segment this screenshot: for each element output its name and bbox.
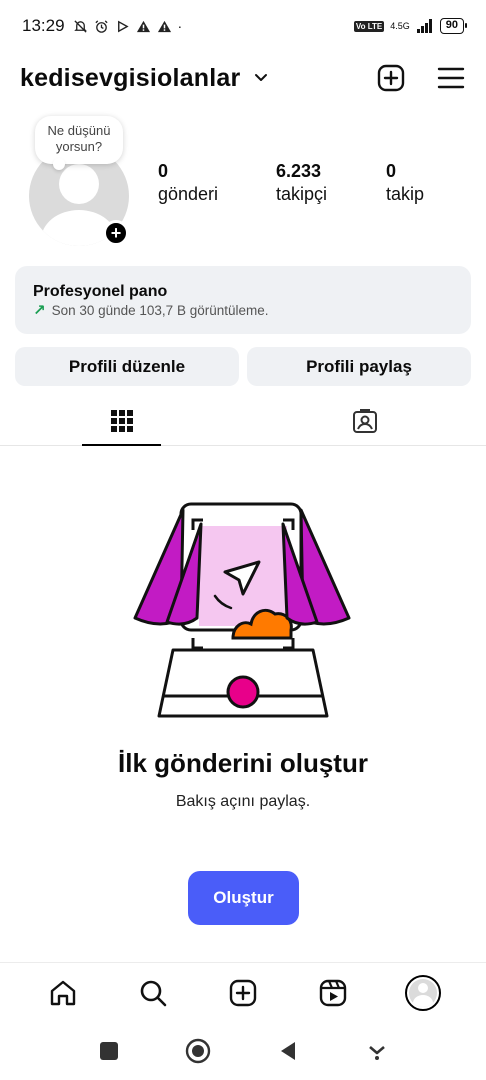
edit-profile-button[interactable]: Profili düzenle [15,347,239,386]
share-profile-button[interactable]: Profili paylaş [247,347,471,386]
profile-section: + Ne düşünü yorsun? 0 gönderi 6.233 taki… [0,112,486,252]
stat-following[interactable]: 0 takip [386,160,424,206]
content-tabs [0,396,486,446]
chevron-down-icon[interactable] [254,71,268,85]
grid-icon [110,409,133,432]
username-switcher[interactable]: kedisevgisiolanlar [20,64,240,93]
tagged-icon [352,408,377,433]
add-story-icon[interactable]: + [103,220,129,246]
tab-posts-grid[interactable] [0,396,243,446]
empty-state-title: İlk gönderini oluştur [118,748,368,778]
nav-search[interactable] [133,973,173,1013]
profile-actions: Profili düzenle Profili paylaş [15,347,471,386]
dashboard-subtitle-row: ↗ Son 30 günde 103,7 B görüntüleme. [33,302,453,320]
dot-icon: · [177,18,183,34]
bottom-nav [0,962,486,1022]
status-bar: 13:29 · Vo LTE 4.5G 90 [0,0,486,52]
circle-home-icon [186,1038,211,1064]
plus-square-icon[interactable] [376,63,406,93]
back-triangle-icon [280,1042,295,1060]
status-time: 13:29 [22,16,65,35]
network-label: 4.5G [390,21,410,31]
stat-value: 0 [386,161,397,181]
mute-bell-icon [73,19,87,33]
play-store-icon [117,20,129,32]
signal-icon [416,19,432,33]
stat-value: 6.233 [276,161,322,181]
nav-home[interactable] [43,973,83,1013]
nav-profile[interactable] [403,973,443,1013]
volte-badge: Vo LTE [353,20,385,32]
stat-posts[interactable]: 0 gönderi [158,160,276,206]
warning-icon [136,20,150,32]
recents-button[interactable] [89,1031,129,1071]
stat-label: takip [386,184,425,204]
system-nav-bar [0,1026,486,1076]
square-icon [99,1042,118,1060]
back-button[interactable] [268,1031,308,1071]
chevron-dot-icon [369,1046,386,1060]
profile-stats: 0 gönderi 6.233 takipçi 0 takip [158,160,424,206]
battery-indicator: 90 [439,18,468,34]
profile-header: kedisevgisiolanlar [0,56,486,100]
status-right: Vo LTE 4.5G 90 [353,18,468,34]
avatar-placeholder [409,978,437,1007]
stat-value: 0 [158,161,169,181]
nav-toggle-button[interactable] [357,1031,397,1071]
stat-label: takipçi [276,184,328,204]
create-post-button[interactable]: Oluştur [188,871,299,925]
dashboard-subtitle: Son 30 günde 103,7 B görüntüleme. [51,303,269,318]
profile-avatar [405,974,441,1011]
warning-icon [157,20,171,32]
header-actions [376,63,466,93]
status-icons: · [73,18,183,34]
status-left: 13:29 · [22,16,182,36]
dashboard-title: Profesyonel pano [33,283,168,300]
menu-icon[interactable] [436,63,466,93]
home-icon [50,980,76,1005]
camera-illustration [133,502,351,718]
avatar-placeholder-head [59,164,99,204]
note-bubble[interactable]: Ne düşünü yorsun? [35,116,123,170]
search-icon [140,980,167,1006]
stat-label: gönderi [158,184,219,204]
tab-tagged[interactable] [243,396,486,445]
create-icon [229,979,257,1006]
home-button[interactable] [178,1031,218,1071]
nav-reels[interactable] [313,973,353,1013]
professional-dashboard[interactable]: Profesyonel pano ↗ Son 30 günde 103,7 B … [15,266,471,334]
trend-up-icon: ↗ [33,302,46,319]
stat-followers[interactable]: 6.233 takipçi [276,160,386,206]
nav-create[interactable] [223,973,263,1013]
reels-icon [319,979,347,1006]
alarm-icon [94,19,108,33]
empty-state-subtitle: Bakış açını paylaş. [175,793,311,810]
